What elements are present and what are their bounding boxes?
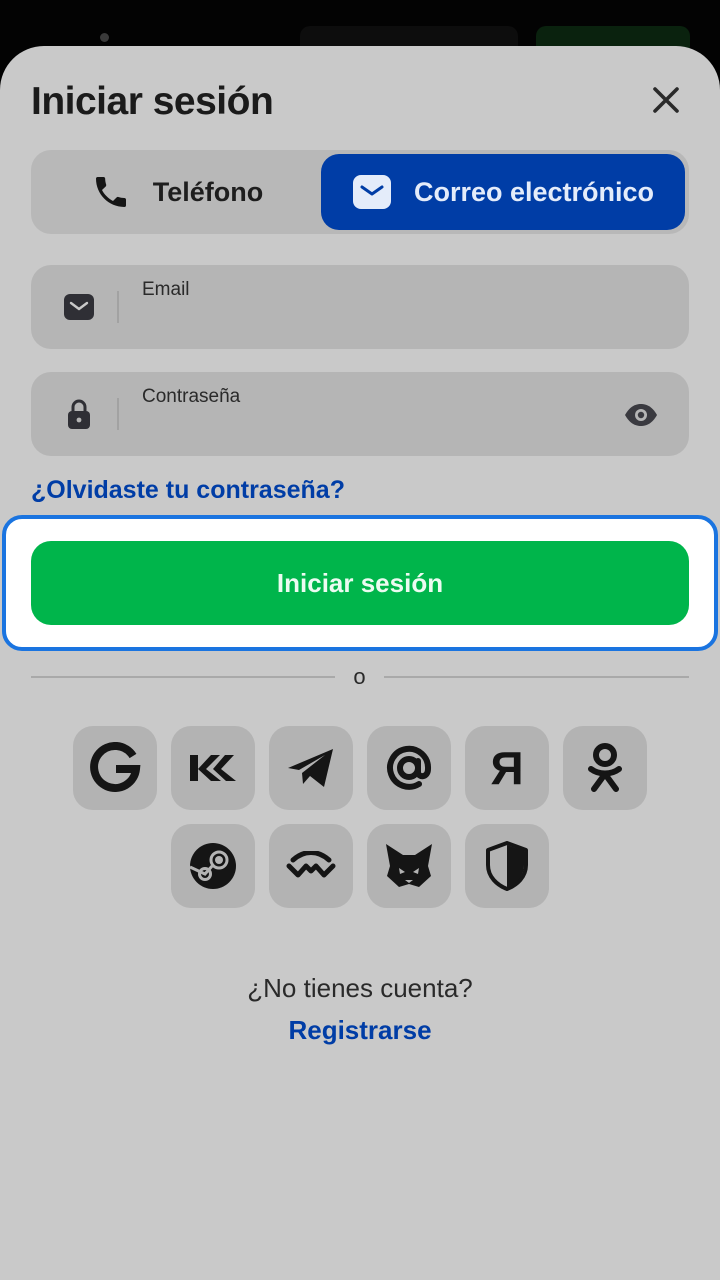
or-separator: o [31,662,689,692]
camera-dot [100,33,109,42]
tab-email-label: Correo electrónico [413,176,655,207]
email-label: Email [142,279,190,300]
telegram-icon [288,749,333,787]
divider-line [384,676,689,678]
yandex-login-button[interactable]: Я [465,726,549,810]
close-button[interactable] [646,80,686,120]
email-input[interactable] [139,307,609,337]
mail-icon [352,174,392,210]
forgot-password-link[interactable]: ¿Olvidaste tu contraseña? [31,476,345,505]
at-icon [387,745,432,790]
field-divider [117,291,119,323]
steam-login-button[interactable] [171,824,255,908]
register-link[interactable]: Registrarse [0,1015,720,1046]
field-divider [117,398,119,430]
show-password-button[interactable] [623,397,659,433]
steam-icon [189,843,236,889]
vk-icon [190,755,236,781]
vk-login-button[interactable] [171,726,255,810]
walletconnect-login-button[interactable] [269,824,353,908]
eye-icon [625,404,657,426]
yandex-icon: Я [490,742,524,794]
odnoklassniki-login-button[interactable] [563,726,647,810]
password-label: Contraseña [142,386,241,407]
metamask-login-button[interactable] [367,824,451,908]
mail-icon [62,290,96,324]
metamask-fox-icon [386,844,432,887]
telegram-login-button[interactable] [269,726,353,810]
no-account-text: ¿No tienes cuenta? [247,973,473,1003]
shield-login-button[interactable] [465,824,549,908]
divider-line [31,676,335,678]
walletconnect-icon [286,851,336,878]
phone-icon [91,172,131,212]
tab-phone[interactable]: Teléfono [37,154,317,230]
password-field[interactable]: Contraseña [31,372,689,456]
google-icon [90,742,141,792]
close-icon [653,87,679,113]
login-method-toggle: Teléfono Correo electrónico [31,150,689,234]
odnoklassniki-icon [588,743,622,792]
google-login-button[interactable] [73,726,157,810]
email-field[interactable]: Email [31,265,689,349]
lock-icon [62,397,96,431]
login-button[interactable]: Iniciar sesión [31,541,689,625]
shield-icon [486,841,528,891]
mailru-login-button[interactable] [367,726,451,810]
password-input[interactable] [139,414,609,444]
tab-phone-label: Teléfono [152,176,264,207]
page-title: Iniciar sesión [31,80,274,123]
tab-email[interactable]: Correo electrónico [321,154,685,230]
or-text: o [353,664,366,689]
